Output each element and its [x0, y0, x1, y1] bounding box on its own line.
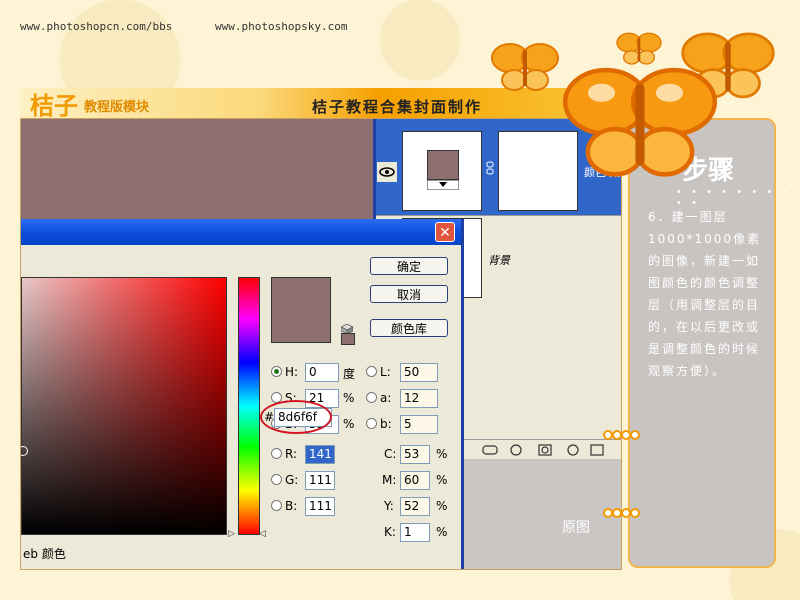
input-k[interactable]: 1	[400, 523, 430, 542]
label-m: M:	[382, 473, 397, 487]
label-g: G:	[285, 473, 299, 487]
input-h[interactable]: 0	[305, 363, 339, 382]
original-label: 原图	[562, 520, 590, 536]
unit-s: %	[343, 391, 355, 405]
original-image-panel: 原图	[461, 459, 621, 569]
unit-k: %	[436, 525, 448, 539]
input-l[interactable]: 50	[400, 363, 438, 382]
hue-slider-left-arrow-icon[interactable]: ▷	[228, 529, 235, 539]
color-field[interactable]	[21, 277, 227, 535]
label-y: Y:	[384, 499, 394, 513]
header-url-1[interactable]: www.photoshopcn.com/bbs	[20, 20, 172, 33]
input-lab-b[interactable]: 5	[400, 415, 438, 434]
input-g[interactable]: 111	[305, 471, 335, 490]
field-row-a: a: 12	[366, 389, 456, 409]
unit-m: %	[436, 473, 448, 487]
label-c: C:	[384, 447, 397, 461]
field-row-m: M: 60 %	[376, 471, 456, 491]
ok-button[interactable]: 确定	[370, 257, 448, 275]
unit-b: %	[343, 417, 355, 431]
web-colors-only-label[interactable]: eb 颜色	[23, 545, 66, 562]
cancel-button[interactable]: 取消	[370, 285, 448, 303]
field-row-y: Y: 52 %	[376, 497, 456, 517]
field-row-h: H: 0 度	[271, 363, 361, 383]
logo-subtitle: 教程版模块	[84, 100, 150, 115]
color-libraries-button[interactable]: 颜色库	[370, 319, 448, 337]
label-a: a:	[380, 391, 392, 405]
label-k: K:	[384, 525, 396, 539]
color-field-marker[interactable]	[21, 446, 28, 456]
input-b2[interactable]: 111	[305, 497, 335, 516]
fill-swatch	[427, 150, 459, 180]
layer-tool-icons[interactable]	[481, 443, 621, 457]
websafe-swatch[interactable]	[341, 333, 355, 345]
label-lab-b: b:	[380, 417, 392, 431]
field-row-k: K: 1 %	[376, 523, 456, 543]
radio-b2[interactable]	[271, 500, 282, 511]
layer-thumbnail-fill[interactable]	[402, 131, 482, 211]
radio-g[interactable]	[271, 474, 282, 485]
page-title: 桔子教程合集封面制作	[312, 98, 483, 116]
field-row-l: L: 50	[366, 363, 456, 383]
label-h: H:	[285, 365, 299, 379]
close-button[interactable]: ✕	[435, 222, 455, 242]
input-y[interactable]: 52	[400, 497, 430, 516]
new-color-swatch	[271, 277, 331, 343]
hue-slider[interactable]	[238, 277, 260, 535]
unit-c: %	[436, 447, 448, 461]
radio-a[interactable]	[366, 392, 377, 403]
input-a[interactable]: 12	[400, 389, 438, 408]
field-row-b2: B: 111	[271, 497, 361, 517]
field-row-g: G: 111	[271, 471, 361, 491]
link-icon[interactable]	[486, 161, 494, 175]
hex-highlight-ring	[260, 400, 332, 434]
dialog-titlebar[interactable]: ✕	[21, 219, 461, 245]
label-b2: B:	[285, 499, 298, 513]
document-canvas[interactable]	[21, 119, 373, 219]
unit-h: 度	[343, 367, 356, 381]
color-picker-dialog: ✕ ▷ ◁ eb 颜色 确定 取消 颜色库 H: 0 度 S: 21 % % R…	[21, 219, 464, 569]
fill-triangle-icon	[427, 180, 459, 190]
field-row-r: R: 141	[271, 445, 361, 465]
radio-r[interactable]	[271, 448, 282, 459]
layer-name-2[interactable]: 背景	[488, 252, 510, 268]
screenshot-frame: 颜色填充 背景 原图 ✕ ▷ ◁ e	[20, 118, 622, 570]
radio-lab-b[interactable]	[366, 418, 377, 429]
label-r: R:	[285, 447, 298, 461]
site-logo: 桔子	[30, 92, 78, 120]
label-l: L:	[380, 365, 391, 379]
unit-y: %	[436, 499, 448, 513]
input-c[interactable]: 53	[400, 445, 430, 464]
cube-icon[interactable]	[340, 319, 354, 335]
chain-dots-2	[603, 506, 643, 520]
radio-h[interactable]	[271, 366, 282, 377]
header-url-2[interactable]: www.photoshopsky.com	[215, 20, 347, 33]
field-row-c: C: 53 %	[376, 445, 456, 465]
input-r[interactable]: 141	[305, 445, 335, 464]
input-m[interactable]: 60	[400, 471, 430, 490]
chain-dots-1	[603, 428, 643, 442]
eye-icon[interactable]	[376, 161, 398, 183]
radio-l[interactable]	[366, 366, 377, 377]
step-description: 6．建一图层1000*1000像素的图像，新建一如图颜色的颜色调整层（用调整层的…	[648, 210, 762, 378]
field-row-lab-b: b: 5	[366, 415, 456, 435]
butterfly-icon	[491, 43, 559, 91]
hue-slider-right-arrow-icon[interactable]: ◁	[259, 529, 266, 539]
butterfly-icon	[562, 67, 718, 177]
